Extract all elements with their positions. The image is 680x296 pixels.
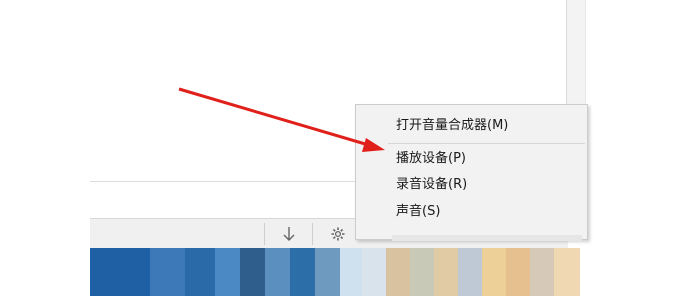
taskbar-segment <box>315 248 340 296</box>
menu-item-sounds[interactable]: 声音(S) <box>356 199 587 225</box>
taskbar-segment <box>340 248 362 296</box>
taskbar-segment <box>506 248 530 296</box>
taskbar-segment <box>554 248 580 296</box>
menu-item-playback-devices[interactable]: 播放设备(P) <box>356 146 587 172</box>
menu-item-volume-mixer[interactable]: 打开音量合成器(M) <box>356 113 587 139</box>
taskbar-segment <box>458 248 482 296</box>
taskbar-segment <box>240 248 265 296</box>
toolbar-separator <box>312 223 313 245</box>
sound-context-menu: 打开音量合成器(M) 播放设备(P) 录音设备(R) 声音(S) <box>355 104 588 241</box>
menu-item-label: 播放设备(P) <box>396 151 466 166</box>
taskbar-segment <box>90 248 150 296</box>
taskbar-segment <box>482 248 506 296</box>
gear-icon[interactable] <box>326 222 350 246</box>
obscured-menu-row <box>392 235 582 241</box>
taskbar-segment <box>265 248 290 296</box>
toolbar-separator <box>264 223 265 245</box>
taskbar[interactable] <box>90 248 605 296</box>
taskbar-segment <box>290 248 315 296</box>
menu-item-label: 录音设备(R) <box>396 177 468 192</box>
menu-item-label: 打开音量合成器(M) <box>396 118 509 133</box>
taskbar-segment <box>410 248 434 296</box>
taskbar-segment <box>150 248 185 296</box>
taskbar-segment <box>386 248 410 296</box>
arrow-shaft <box>178 87 373 148</box>
taskbar-segment <box>215 248 240 296</box>
taskbar-segment <box>434 248 458 296</box>
taskbar-segment <box>530 248 554 296</box>
taskbar-segment <box>362 248 386 296</box>
menu-item-label: 声音(S) <box>396 204 441 219</box>
down-arrow-icon[interactable] <box>277 222 301 246</box>
menu-item-recording-devices[interactable]: 录音设备(R) <box>356 172 587 198</box>
menu-divider <box>388 143 585 144</box>
taskbar-segment <box>185 248 215 296</box>
